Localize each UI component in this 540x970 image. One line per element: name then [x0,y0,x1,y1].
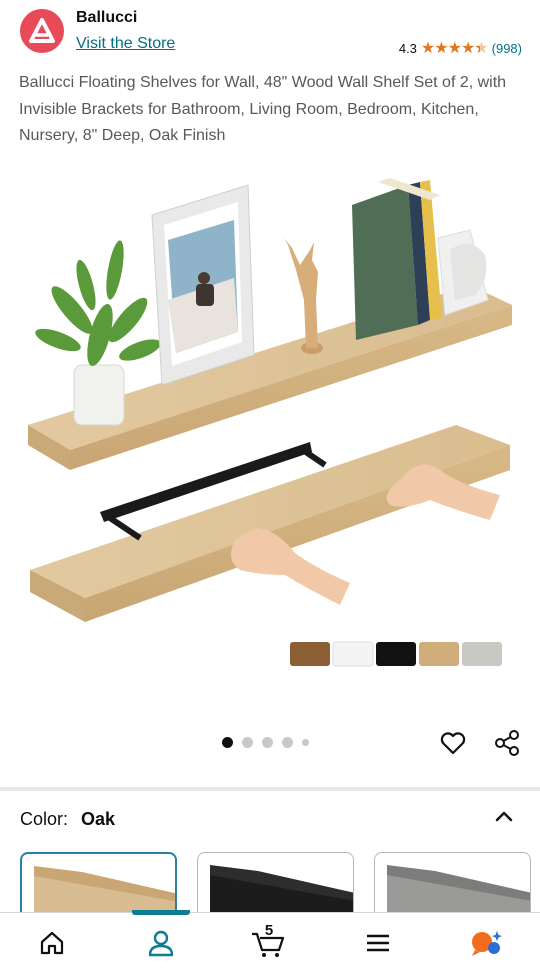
active-tab-indicator [132,910,190,915]
nav-cart[interactable]: 5 [250,922,286,961]
color-selector-header: Color: Oak [20,809,115,830]
share-icon [495,730,519,756]
store-header: Ballucci Visit the Store 4.3 ★ ★ ★ ★ ★★ … [0,0,540,64]
bottom-navigation: 5 [0,910,540,970]
menu-icon [367,934,389,952]
rating-count: (998) [491,40,522,56]
carousel-dot[interactable] [282,737,293,748]
brand-logo-icon [29,18,55,43]
nav-menu[interactable] [360,925,396,961]
product-title: Ballucci Floating Shelves for Wall, 48" … [19,74,507,144]
rating-value: 4.3 [398,40,417,56]
product-image-illustration [28,178,512,667]
color-swatch-list [20,852,540,924]
visit-store-link[interactable]: Visit the Store [76,35,175,53]
carousel-dot[interactable] [242,737,253,748]
heart-icon [440,732,466,755]
color-value: Oak [81,809,116,829]
account-icon [148,930,174,957]
brand-logo[interactable] [20,9,64,53]
section-divider [0,787,540,791]
brand-name: Ballucci [76,9,138,26]
carousel-dot[interactable] [262,737,273,748]
carousel-dot[interactable] [302,739,309,746]
home-icon [40,931,64,955]
cart-count: 5 [264,922,274,939]
assistant-icon [472,931,502,956]
star-rating: ★ ★ ★ ★ ★★ [420,38,489,58]
rating-summary[interactable]: 4.3 ★ ★ ★ ★ ★★ (998) [399,38,522,58]
collapse-color-button[interactable] [492,806,516,826]
nav-home[interactable] [34,925,70,961]
star-icon: ★ [434,40,448,57]
star-icon: ★ [420,40,435,57]
share-button[interactable] [492,728,522,758]
nav-account[interactable] [143,925,179,961]
image-carousel-indicator[interactable] [222,737,309,748]
color-label: Color: [20,809,69,829]
carousel-dot[interactable] [222,737,233,748]
half-star-icon: ★★ [474,40,488,57]
chevron-up-icon [495,811,513,822]
product-image[interactable] [0,160,540,720]
add-to-list-button[interactable] [438,728,468,758]
star-icon: ★ [460,40,475,57]
star-icon: ★ [447,40,462,57]
nav-assistant[interactable] [468,925,504,961]
